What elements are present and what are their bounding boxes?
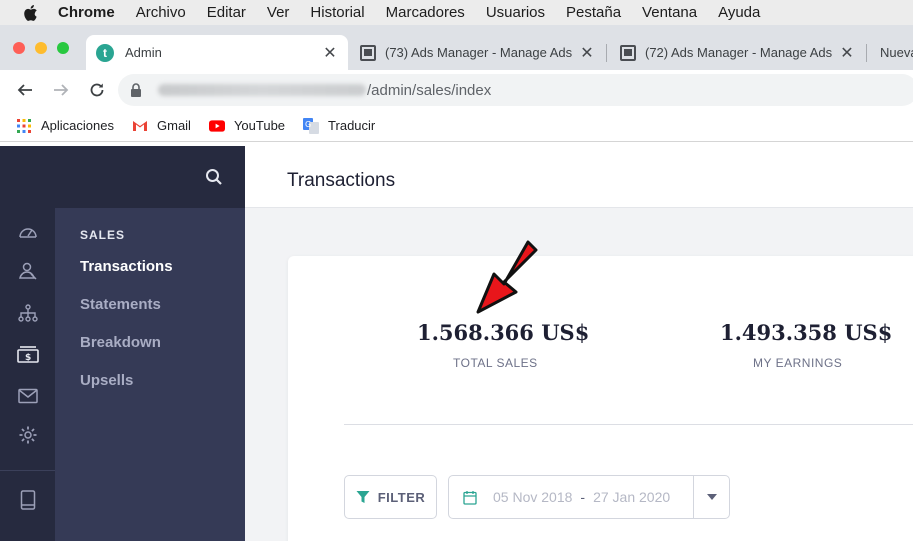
svg-text:G: G bbox=[305, 120, 311, 129]
search-icon[interactable] bbox=[205, 168, 225, 188]
bookmark-label: YouTube bbox=[233, 118, 286, 133]
gmail-icon bbox=[132, 118, 148, 134]
admin-app: $ SALES Transactions Statements Breakdow… bbox=[0, 146, 913, 541]
menu-chrome[interactable]: Chrome bbox=[58, 4, 115, 21]
tab-title: (72) Ads Manager - Manage Ads bbox=[645, 45, 833, 60]
subnav-item-statements[interactable]: Statements bbox=[80, 296, 161, 313]
settings-gear-icon[interactable] bbox=[17, 424, 39, 446]
menu-pestana[interactable]: Pestaña bbox=[566, 4, 621, 21]
window-zoom-button[interactable] bbox=[57, 42, 69, 54]
main-content: Transactions 1.568.366 US$ TOTAL SALES 1… bbox=[245, 146, 913, 541]
bookmark-gmail[interactable]: Gmail bbox=[132, 118, 191, 134]
tab-ads-manager-72[interactable]: (72) Ads Manager - Manage Ads ✕ bbox=[610, 35, 865, 70]
date-to[interactable]: 27 Jan 2020 bbox=[593, 489, 670, 505]
menu-editar[interactable]: Editar bbox=[207, 4, 246, 21]
bookmarks-bar: Aplicaciones Gmail YouTube G Traducir bbox=[0, 110, 913, 142]
tab-separator bbox=[606, 44, 607, 62]
dashboard-gauge-icon[interactable] bbox=[17, 220, 39, 242]
google-translate-icon: G bbox=[303, 117, 320, 134]
lock-icon[interactable] bbox=[130, 82, 144, 98]
bookmark-label: Traducir bbox=[328, 118, 376, 133]
summary-card: 1.568.366 US$ TOTAL SALES 1.493.358 US$ … bbox=[288, 256, 913, 541]
calendar-icon bbox=[463, 490, 477, 505]
bookmark-label: Gmail bbox=[157, 118, 191, 133]
tab-ads-manager-73[interactable]: (73) Ads Manager - Manage Ads ✕ bbox=[350, 35, 605, 70]
apps-grid-icon bbox=[16, 118, 32, 134]
youtube-icon bbox=[208, 118, 225, 134]
menu-ventana[interactable]: Ventana bbox=[642, 4, 697, 21]
main-header: Transactions bbox=[245, 146, 913, 208]
tab-strip: t Admin ✕ (73) Ads Manager - Manage Ads … bbox=[0, 25, 913, 70]
svg-text:$: $ bbox=[25, 353, 31, 363]
tab-close-icon[interactable]: ✕ bbox=[320, 43, 340, 63]
site-favicon-icon: t bbox=[96, 43, 114, 62]
ads-manager-favicon-icon bbox=[620, 44, 636, 61]
rail-divider bbox=[0, 470, 55, 471]
sidebar-header bbox=[0, 146, 245, 208]
tab-nueva[interactable]: Nueva bbox=[868, 35, 913, 70]
menu-historial[interactable]: Historial bbox=[310, 4, 364, 21]
menu-ayuda[interactable]: Ayuda bbox=[718, 4, 760, 21]
tab-close-icon[interactable]: ✕ bbox=[577, 43, 597, 63]
window-minimize-button[interactable] bbox=[35, 42, 47, 54]
menu-usuarios[interactable]: Usuarios bbox=[486, 4, 545, 21]
my-earnings-label: MY EARNINGS bbox=[753, 356, 843, 370]
macos-menu-bar: Chrome Archivo Editar Ver Historial Marc… bbox=[0, 0, 913, 25]
subnav-item-breakdown[interactable]: Breakdown bbox=[80, 334, 161, 351]
bookmark-youtube[interactable]: YouTube bbox=[208, 118, 286, 134]
sales-money-icon[interactable]: $ bbox=[0, 343, 55, 365]
tab-close-icon[interactable]: ✕ bbox=[837, 43, 857, 63]
browser-toolbar: /admin/sales/index bbox=[0, 70, 913, 110]
date-separator: - bbox=[580, 489, 586, 505]
my-earnings-value: 1.493.358 US$ bbox=[720, 320, 893, 345]
bookmark-apps[interactable]: Aplicaciones bbox=[16, 118, 114, 134]
mail-icon[interactable] bbox=[17, 385, 39, 407]
customers-icon[interactable] bbox=[17, 260, 39, 282]
funnel-icon bbox=[356, 490, 370, 504]
forward-arrow-icon[interactable] bbox=[52, 81, 70, 99]
menu-ver[interactable]: Ver bbox=[267, 4, 290, 21]
card-divider bbox=[344, 424, 913, 425]
subnav-item-transactions[interactable]: Transactions bbox=[80, 258, 173, 275]
sales-subnav: SALES Transactions Statements Breakdown … bbox=[55, 208, 245, 541]
tab-title: (73) Ads Manager - Manage Ads bbox=[385, 45, 573, 60]
red-annotation-arrow-icon bbox=[476, 240, 538, 314]
bookmark-label: Aplicaciones bbox=[41, 118, 114, 133]
chevron-down-icon[interactable] bbox=[693, 476, 729, 518]
address-bar[interactable]: /admin/sales/index bbox=[118, 74, 913, 106]
filter-label: FILTER bbox=[377, 489, 426, 505]
total-sales-label: TOTAL SALES bbox=[453, 356, 538, 370]
blurred-domain bbox=[158, 84, 366, 96]
date-range-picker[interactable]: 05 Nov 2018 - 27 Jan 2020 bbox=[448, 475, 730, 519]
tab-admin[interactable]: t Admin ✕ bbox=[86, 35, 348, 70]
document-icon[interactable] bbox=[17, 489, 39, 511]
reload-icon[interactable] bbox=[88, 81, 106, 99]
subnav-item-upsells[interactable]: Upsells bbox=[80, 372, 133, 389]
sitemap-icon[interactable] bbox=[17, 302, 39, 324]
page-title: Transactions bbox=[287, 170, 396, 191]
total-sales-value: 1.568.366 US$ bbox=[417, 320, 590, 345]
date-from[interactable]: 05 Nov 2018 bbox=[493, 489, 572, 505]
bookmark-traducir[interactable]: G Traducir bbox=[303, 117, 376, 134]
menu-archivo[interactable]: Archivo bbox=[136, 4, 186, 21]
back-arrow-icon[interactable] bbox=[16, 81, 34, 99]
apple-icon[interactable] bbox=[22, 4, 42, 22]
window-close-button[interactable] bbox=[13, 42, 25, 54]
icon-rail: $ bbox=[0, 208, 55, 541]
subnav-section-title: SALES bbox=[80, 228, 126, 242]
tab-separator bbox=[866, 44, 867, 62]
menu-marcadores[interactable]: Marcadores bbox=[386, 4, 465, 21]
filter-button[interactable]: FILTER bbox=[344, 475, 437, 519]
tab-title: Nueva bbox=[880, 45, 913, 60]
tab-title: Admin bbox=[125, 45, 162, 60]
url-path: /admin/sales/index bbox=[367, 81, 492, 99]
ads-manager-favicon-icon bbox=[360, 44, 376, 61]
